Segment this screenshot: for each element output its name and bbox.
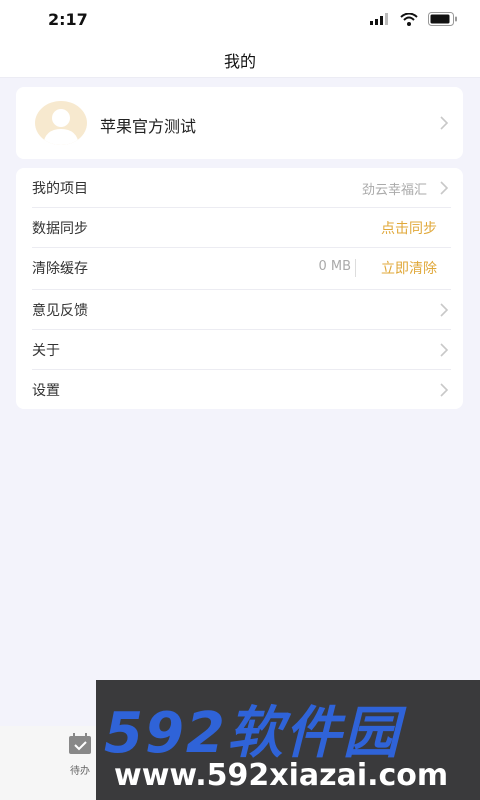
sync-button[interactable]: 点击同步 [381,218,437,238]
menu-item-about[interactable]: 关于 [16,330,463,370]
watermark-logo-text: 592软件园 [104,701,401,766]
menu-item-settings[interactable]: 设置 [16,370,463,410]
status-time: 2:17 [48,10,88,29]
menu-item-label: 设置 [32,383,60,399]
menu-item-feedback[interactable]: 意见反馈 [16,290,463,330]
watermark-url: www.592xiazai.com [114,758,449,793]
menu-item-label: 意见反馈 [32,303,88,319]
profile-name: 苹果官方测试 [100,117,197,136]
battery-icon [428,12,457,26]
cache-size: 0 MB [318,259,351,274]
profile-card[interactable]: 苹果官方测试 [16,87,463,159]
menu-item-data-sync: 数据同步 点击同步 [16,208,463,248]
menu-item-label: 数据同步 [32,221,88,237]
chevron-right-icon [440,383,449,397]
menu-item-label: 关于 [32,343,60,359]
menu-item-my-project[interactable]: 我的项目 劲云幸福汇 [16,168,463,208]
status-icons [370,12,458,26]
wifi-icon [400,12,418,26]
page-title: 我的 [223,52,256,71]
signal-icon [370,13,388,25]
divider [355,259,356,277]
chevron-right-icon [440,116,449,130]
calendar-check-icon [69,733,91,754]
status-bar: 2:17 [0,0,480,40]
user-avatar-icon [35,101,87,145]
project-value: 劲云幸福汇 [361,183,427,198]
nav-bar: 我的 [0,40,480,78]
watermark: 592软件园 www.592xiazai.com [96,680,480,800]
chevron-right-icon [440,303,449,317]
chevron-right-icon [440,181,449,195]
menu-card: 我的项目 劲云幸福汇 数据同步 点击同步 清除缓存 0 MB 立即清除 意见反馈… [16,168,463,409]
menu-item-label: 我的项目 [32,181,88,197]
menu-item-clear-cache: 清除缓存 0 MB 立即清除 [16,248,463,290]
clear-cache-button[interactable]: 立即清除 [381,258,437,278]
menu-item-label: 清除缓存 [32,261,88,277]
chevron-right-icon [440,343,449,357]
